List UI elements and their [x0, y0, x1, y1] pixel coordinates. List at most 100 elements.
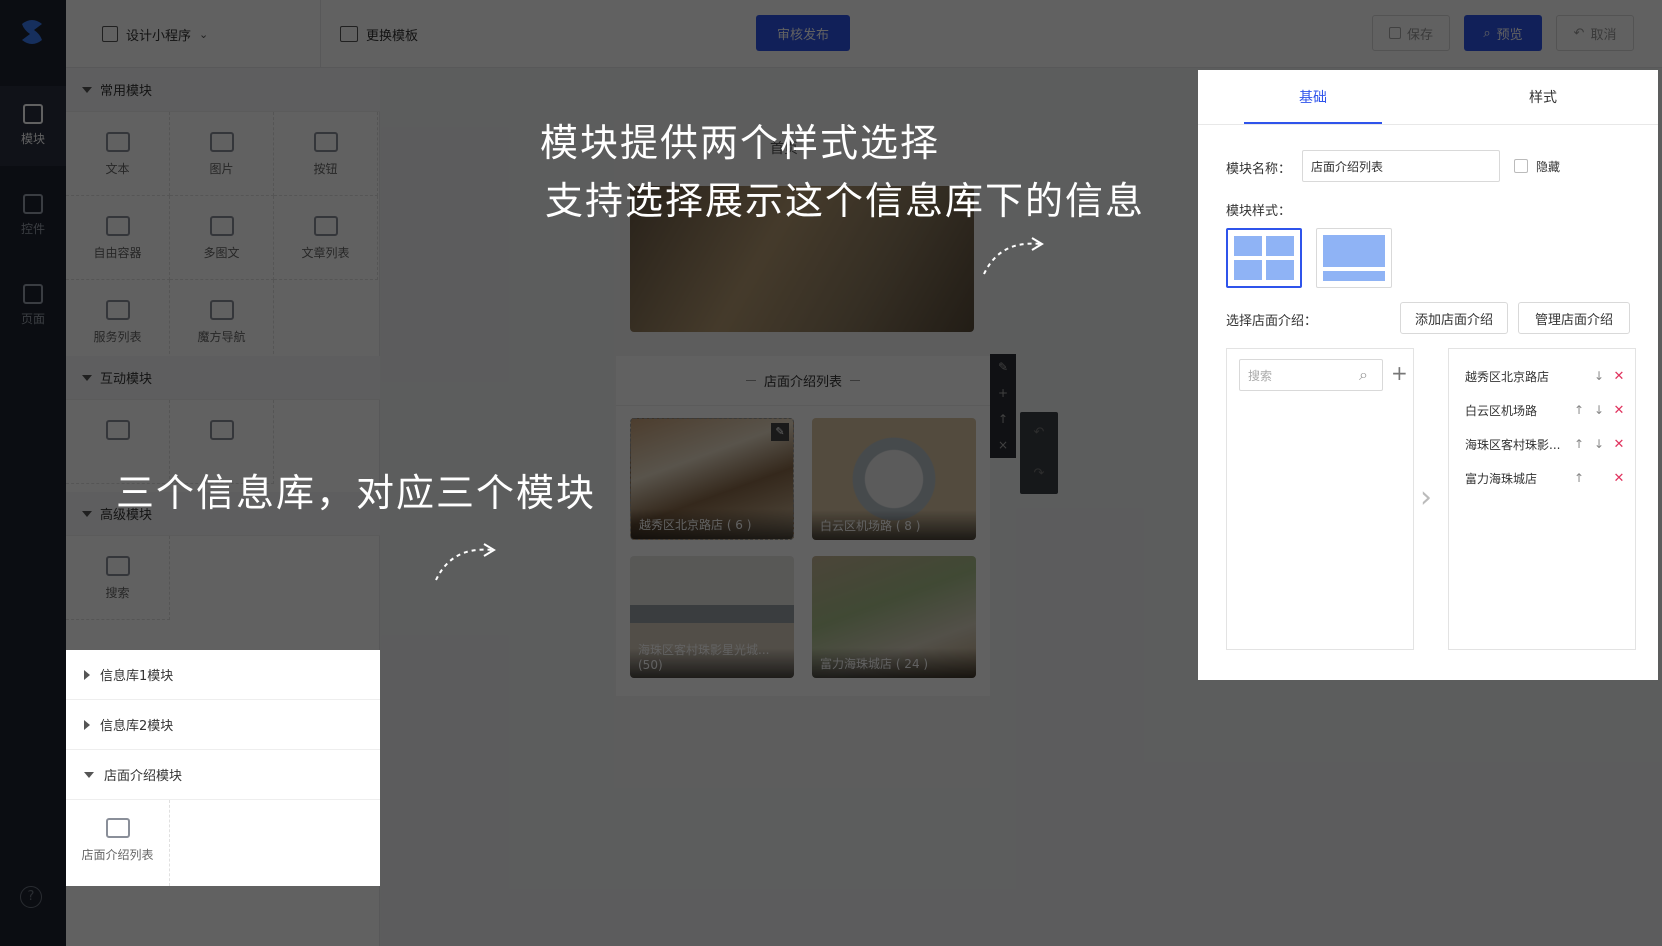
advanced-grid: 搜索	[66, 536, 380, 620]
module-icon	[23, 104, 43, 124]
module-search[interactable]: 搜索	[66, 536, 170, 620]
module-name-field[interactable]: 店面介绍列表	[1302, 150, 1500, 182]
store-list-card[interactable]: 店面介绍列表 ✎ 越秀区北京路店 ( 6 ) 白云区机场路 ( 8 ) 海珠区客…	[616, 356, 990, 696]
item-name: 越秀区北京路店	[1465, 369, 1550, 384]
undo-icon[interactable]: ↶	[1020, 412, 1058, 453]
plus-icon[interactable]: +	[990, 380, 1016, 406]
section-store[interactable]: 店面介绍模块	[66, 750, 380, 800]
delete-icon[interactable]: ✕	[1609, 471, 1629, 486]
list-icon	[313, 216, 338, 236]
delete-icon[interactable]: ✕	[1609, 369, 1629, 384]
cancel-button[interactable]: ↶ 取消	[1556, 15, 1634, 51]
module-text[interactable]: 文本	[66, 112, 170, 196]
form-icon	[209, 420, 234, 440]
caret-down-icon	[84, 771, 94, 778]
style-option-banner[interactable]	[1316, 228, 1392, 288]
section-common[interactable]: 常用模块	[66, 68, 380, 112]
rail-item-pages[interactable]: 页面	[0, 266, 66, 346]
design-menu[interactable]: 设计小程序 ⌄	[102, 22, 208, 46]
list-item[interactable]: 富力海珠城店 ↑ ✕	[1465, 461, 1641, 495]
list-item[interactable]: 越秀区北京路店 ↓ ✕	[1465, 359, 1641, 393]
redo-icon[interactable]: ↷	[1020, 453, 1058, 494]
arrow-down-icon[interactable]: ↓	[1589, 403, 1609, 417]
list-item[interactable]: 白云区机场路 ↑ ↓ ✕	[1465, 393, 1641, 427]
item-name: 海珠区客村珠影...	[1465, 437, 1561, 452]
module-free-container[interactable]: 自由容器	[66, 196, 170, 280]
pencil-icon[interactable]: ✎	[771, 423, 789, 441]
module-label: 按钮	[313, 162, 338, 176]
module-label: 店面介绍列表	[81, 848, 154, 862]
arrow-down-icon[interactable]: ↓	[1589, 369, 1609, 383]
store-tile[interactable]: 富力海珠城店 ( 24 )	[812, 556, 976, 678]
module-cube-nav[interactable]: 魔方导航	[170, 280, 274, 364]
arrow-up-icon[interactable]: ↑	[1569, 403, 1589, 417]
change-template-button[interactable]: 更换模板	[340, 22, 418, 46]
cancel-label: 取消	[1590, 27, 1617, 43]
settings-panel: 基础 样式 模块名称： 店面介绍列表 隐藏 模块样式： 选择店面介绍： 添加店面…	[1198, 70, 1658, 680]
item-name: 白云区机场路	[1465, 403, 1538, 418]
edit-icon	[102, 26, 118, 42]
tile-caption: 白云区机场路 ( 8 )	[812, 510, 976, 540]
module-store-list[interactable]: 店面介绍列表	[66, 800, 170, 886]
selected-list: 越秀区北京路店 ↓ ✕ 白云区机场路 ↑ ↓ ✕ 海珠区客村珠影... ↑ ↓ ✕ …	[1448, 348, 1636, 650]
store-tile[interactable]: ✎ 越秀区北京路店 ( 6 )	[630, 418, 794, 540]
module-multi-article[interactable]: 多图文	[170, 196, 274, 280]
module-article-list[interactable]: 文章列表	[274, 196, 378, 280]
annotation-line3: 三个信息库，对应三个模块	[116, 471, 597, 515]
rail-label: 页面	[20, 312, 45, 326]
delete-icon[interactable]: ✕	[1609, 403, 1629, 418]
store-tile[interactable]: 白云区机场路 ( 8 )	[812, 418, 976, 540]
section-info2[interactable]: 信息库2模块	[66, 700, 380, 750]
preview-label: 预览	[1496, 27, 1523, 43]
tab-basic[interactable]: 基础	[1198, 70, 1428, 124]
annotation-line2: 支持选择展示这个信息库下的信息	[545, 179, 1146, 223]
section-interactive[interactable]: 互动模块	[66, 356, 380, 400]
chevron-right-icon[interactable]: ›	[1420, 480, 1432, 515]
manage-store-button[interactable]: 管理店面介绍	[1518, 302, 1630, 334]
preview-button[interactable]: ⌕ 预览	[1464, 15, 1542, 51]
store-tile[interactable]: 海珠区客村珠影星光城...(50)	[630, 556, 794, 678]
arrow-down-icon[interactable]: ↓	[1589, 437, 1609, 451]
tile-caption: 富力海珠城店 ( 24 )	[812, 648, 976, 678]
section-title: 信息库1模块	[100, 669, 174, 684]
search-icon	[105, 556, 130, 576]
style-option-grid[interactable]	[1226, 228, 1302, 288]
style-label: 模块样式：	[1226, 204, 1292, 219]
rail-item-modules[interactable]: 模块	[0, 86, 66, 166]
pencil-icon[interactable]: ✎	[990, 354, 1016, 380]
close-icon[interactable]: ×	[990, 432, 1016, 458]
arrow-up-icon[interactable]: ↑	[1569, 437, 1589, 451]
template-icon	[340, 26, 358, 42]
module-label: 图片	[209, 162, 234, 176]
module-service-list[interactable]: 服务列表	[66, 280, 170, 364]
publish-button[interactable]: 审核发布	[756, 15, 850, 51]
arrow-up-icon[interactable]: ↑	[1569, 471, 1589, 485]
module-button[interactable]: 按钮	[274, 112, 378, 196]
arrow-annotation-icon	[983, 237, 1044, 275]
hide-checkbox[interactable]	[1514, 159, 1528, 173]
design-label: 设计小程序	[126, 28, 192, 44]
help-icon[interactable]: ?	[20, 886, 42, 908]
tile-caption: 越秀区北京路店 ( 6 )	[631, 509, 793, 539]
add-store-button[interactable]: 添加店面介绍	[1400, 302, 1508, 334]
caret-down-icon	[82, 510, 92, 517]
list-item[interactable]: 海珠区客村珠影... ↑ ↓ ✕	[1465, 427, 1641, 461]
section-info1[interactable]: 信息库1模块	[66, 650, 380, 700]
delete-icon[interactable]: ✕	[1609, 437, 1629, 452]
info-modules-panel: 信息库1模块 信息库2模块 店面介绍模块 店面介绍列表	[66, 650, 380, 886]
section-title: 信息库2模块	[100, 719, 174, 734]
module-label: 服务列表	[93, 330, 142, 344]
module-label: 搜索	[105, 586, 130, 600]
plus-icon[interactable]: +	[1391, 361, 1408, 385]
save-button[interactable]: 保存	[1372, 15, 1450, 51]
top-bar: 设计小程序 ⌄ 更换模板 审核发布 保存 ⌕ 预览 ↶ 取消	[66, 0, 1662, 68]
rail-item-widgets[interactable]: 控件	[0, 176, 66, 256]
module-toolbar: ✎ + ↑ ×	[990, 354, 1016, 458]
arrow-up-icon[interactable]: ↑	[990, 406, 1016, 432]
tab-style[interactable]: 样式	[1428, 70, 1658, 124]
card-title: 店面介绍列表	[763, 375, 842, 390]
module-image[interactable]: 图片	[170, 112, 274, 196]
template-label: 更换模板	[366, 28, 419, 44]
module-label: 文本	[105, 162, 130, 176]
select-label: 选择店面介绍：	[1226, 314, 1318, 329]
